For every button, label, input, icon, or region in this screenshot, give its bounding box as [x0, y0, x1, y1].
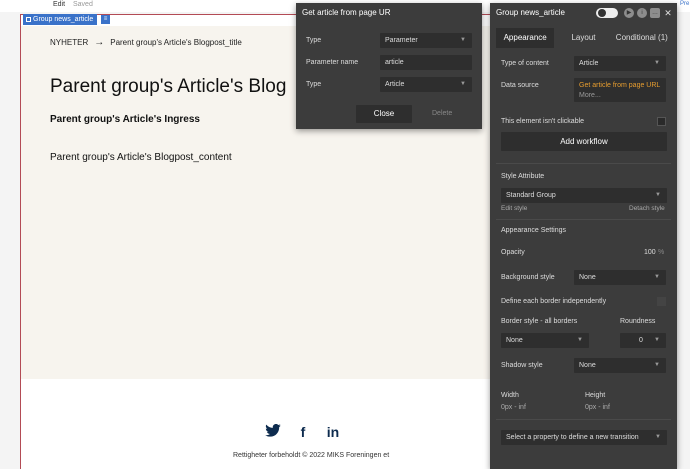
- type2-dropdown[interactable]: Article ▼: [380, 77, 472, 92]
- opacity-unit: %: [658, 249, 665, 256]
- info-icon[interactable]: i: [637, 8, 647, 18]
- tab-layout[interactable]: Layout: [554, 28, 612, 48]
- style-dropdown[interactable]: Standard Group ▼: [501, 188, 667, 203]
- delete-button[interactable]: Delete: [432, 110, 452, 117]
- type2-label: Type: [306, 81, 322, 88]
- border-independent-checkbox[interactable]: [657, 297, 666, 306]
- close-button[interactable]: Close: [356, 105, 412, 123]
- chevron-down-icon: ▼: [460, 81, 466, 87]
- type-of-content-value: Article: [579, 60, 599, 67]
- divider: [496, 163, 671, 164]
- type-dropdown[interactable]: Parameter ▼: [380, 33, 472, 48]
- opacity-value[interactable]: 100: [644, 249, 656, 256]
- inspector-tabs: Appearance Layout Conditional (1): [496, 28, 671, 48]
- type2-dropdown-value: Article: [385, 81, 405, 88]
- background-style-value: None: [579, 274, 596, 281]
- border-style-dropdown[interactable]: None ▼: [501, 333, 589, 348]
- preview-link[interactable]: Pre: [680, 1, 689, 7]
- chevron-down-icon: ▼: [655, 434, 661, 440]
- opacity-label: Opacity: [501, 249, 525, 256]
- article-ingress: Parent group's Article's Ingress: [50, 114, 200, 125]
- social-links: f in: [264, 423, 342, 440]
- chevron-down-icon: ▼: [654, 274, 660, 280]
- width-label: Width: [501, 392, 519, 399]
- transition-property-dropdown[interactable]: Select a property to define a new transi…: [501, 430, 667, 445]
- not-clickable-checkbox[interactable]: [657, 117, 666, 126]
- chevron-down-icon: ▼: [655, 192, 661, 198]
- dialog-title: Get article from page UR: [302, 8, 391, 17]
- property-inspector: Group news_article ▶ i … ✕ Appearance La…: [490, 3, 677, 469]
- divider: [496, 219, 671, 220]
- height-label: Height: [585, 392, 606, 399]
- background-style-label: Background style: [501, 274, 555, 281]
- edit-menu[interactable]: Edit: [53, 1, 65, 8]
- save-status: Saved: [73, 1, 93, 8]
- breadcrumb-current: Parent group's Article's Blogpost_title: [110, 38, 242, 47]
- chevron-down-icon: ▼: [460, 37, 466, 43]
- chevron-down-icon: ▼: [654, 337, 660, 343]
- tab-conditional[interactable]: Conditional (1): [613, 28, 671, 48]
- article-content: Parent group's Article's Blogpost_conten…: [50, 152, 232, 163]
- data-source-label: Data source: [501, 82, 539, 89]
- data-source-expression[interactable]: Get article from page URL More...: [574, 78, 666, 102]
- arrow-right-icon: →: [94, 37, 105, 48]
- data-source-more[interactable]: More...: [579, 91, 666, 101]
- shadow-style-dropdown[interactable]: None ▼: [574, 358, 666, 373]
- facebook-icon[interactable]: f: [294, 424, 312, 440]
- shadow-style-label: Shadow style: [501, 362, 543, 369]
- add-workflow-button[interactable]: Add workflow: [501, 132, 667, 151]
- linkedin-icon[interactable]: in: [324, 424, 342, 440]
- style-dropdown-value: Standard Group: [506, 192, 556, 199]
- width-value: 0px - inf: [501, 404, 526, 411]
- toggle-knob: [598, 9, 606, 17]
- article-title: Parent group's Article's Blog: [50, 76, 287, 97]
- group-icon: [26, 17, 31, 22]
- divider: [496, 419, 671, 420]
- element-menu-icon[interactable]: ≡: [101, 15, 110, 24]
- type-dropdown-value: Parameter: [385, 37, 418, 44]
- roundness-input[interactable]: 0 ▼: [620, 333, 666, 348]
- roundness-value: 0: [639, 337, 643, 344]
- visibility-toggle[interactable]: [596, 8, 618, 18]
- background-style-dropdown[interactable]: None ▼: [574, 270, 666, 285]
- breadcrumb: NYHETER → Parent group's Article's Blogp…: [50, 37, 242, 48]
- selection-label[interactable]: Group news_article: [23, 14, 98, 25]
- detach-style-link[interactable]: Detach style: [629, 205, 665, 212]
- not-clickable-label: This element isn't clickable: [501, 118, 585, 125]
- chevron-down-icon: ▼: [577, 337, 583, 343]
- border-style-label: Border style - all borders: [501, 318, 578, 325]
- chevron-down-icon: ▼: [654, 362, 660, 368]
- border-independent-label: Define each border independently: [501, 298, 607, 305]
- data-source-dialog: Get article from page UR Type Parameter …: [296, 3, 482, 129]
- shadow-style-value: None: [579, 362, 596, 369]
- parameter-name-input[interactable]: article: [380, 55, 472, 70]
- data-source-value: Get article from page URL: [579, 82, 661, 89]
- height-value: 0px - inf: [585, 404, 610, 411]
- chevron-down-icon: ▼: [654, 60, 660, 66]
- appearance-settings-heading: Appearance Settings: [501, 227, 566, 234]
- parameter-name-label: Parameter name: [306, 59, 359, 66]
- play-icon[interactable]: ▶: [624, 8, 634, 18]
- style-attribute-label: Style Attribute: [501, 173, 545, 180]
- type-of-content-dropdown[interactable]: Article ▼: [574, 56, 666, 71]
- roundness-label: Roundness: [620, 318, 656, 325]
- twitter-icon[interactable]: [264, 423, 282, 440]
- edit-style-link[interactable]: Edit style: [501, 205, 527, 212]
- type-label: Type: [306, 37, 322, 44]
- transition-placeholder: Select a property to define a new transi…: [506, 434, 639, 441]
- breadcrumb-section[interactable]: NYHETER: [50, 38, 88, 47]
- header-icons: ▶ i … ✕: [624, 8, 673, 18]
- selection-label-text: Group news_article: [33, 16, 94, 23]
- tab-appearance[interactable]: Appearance: [496, 28, 555, 48]
- close-icon[interactable]: ✕: [663, 8, 673, 18]
- parameter-name-value: article: [385, 59, 404, 66]
- border-style-value: None: [506, 337, 523, 344]
- comment-icon[interactable]: …: [650, 8, 660, 18]
- type-of-content-label: Type of content: [501, 60, 549, 67]
- copyright-text: Rettigheter forbeholdt © 2022 MIKS Foren…: [233, 452, 390, 459]
